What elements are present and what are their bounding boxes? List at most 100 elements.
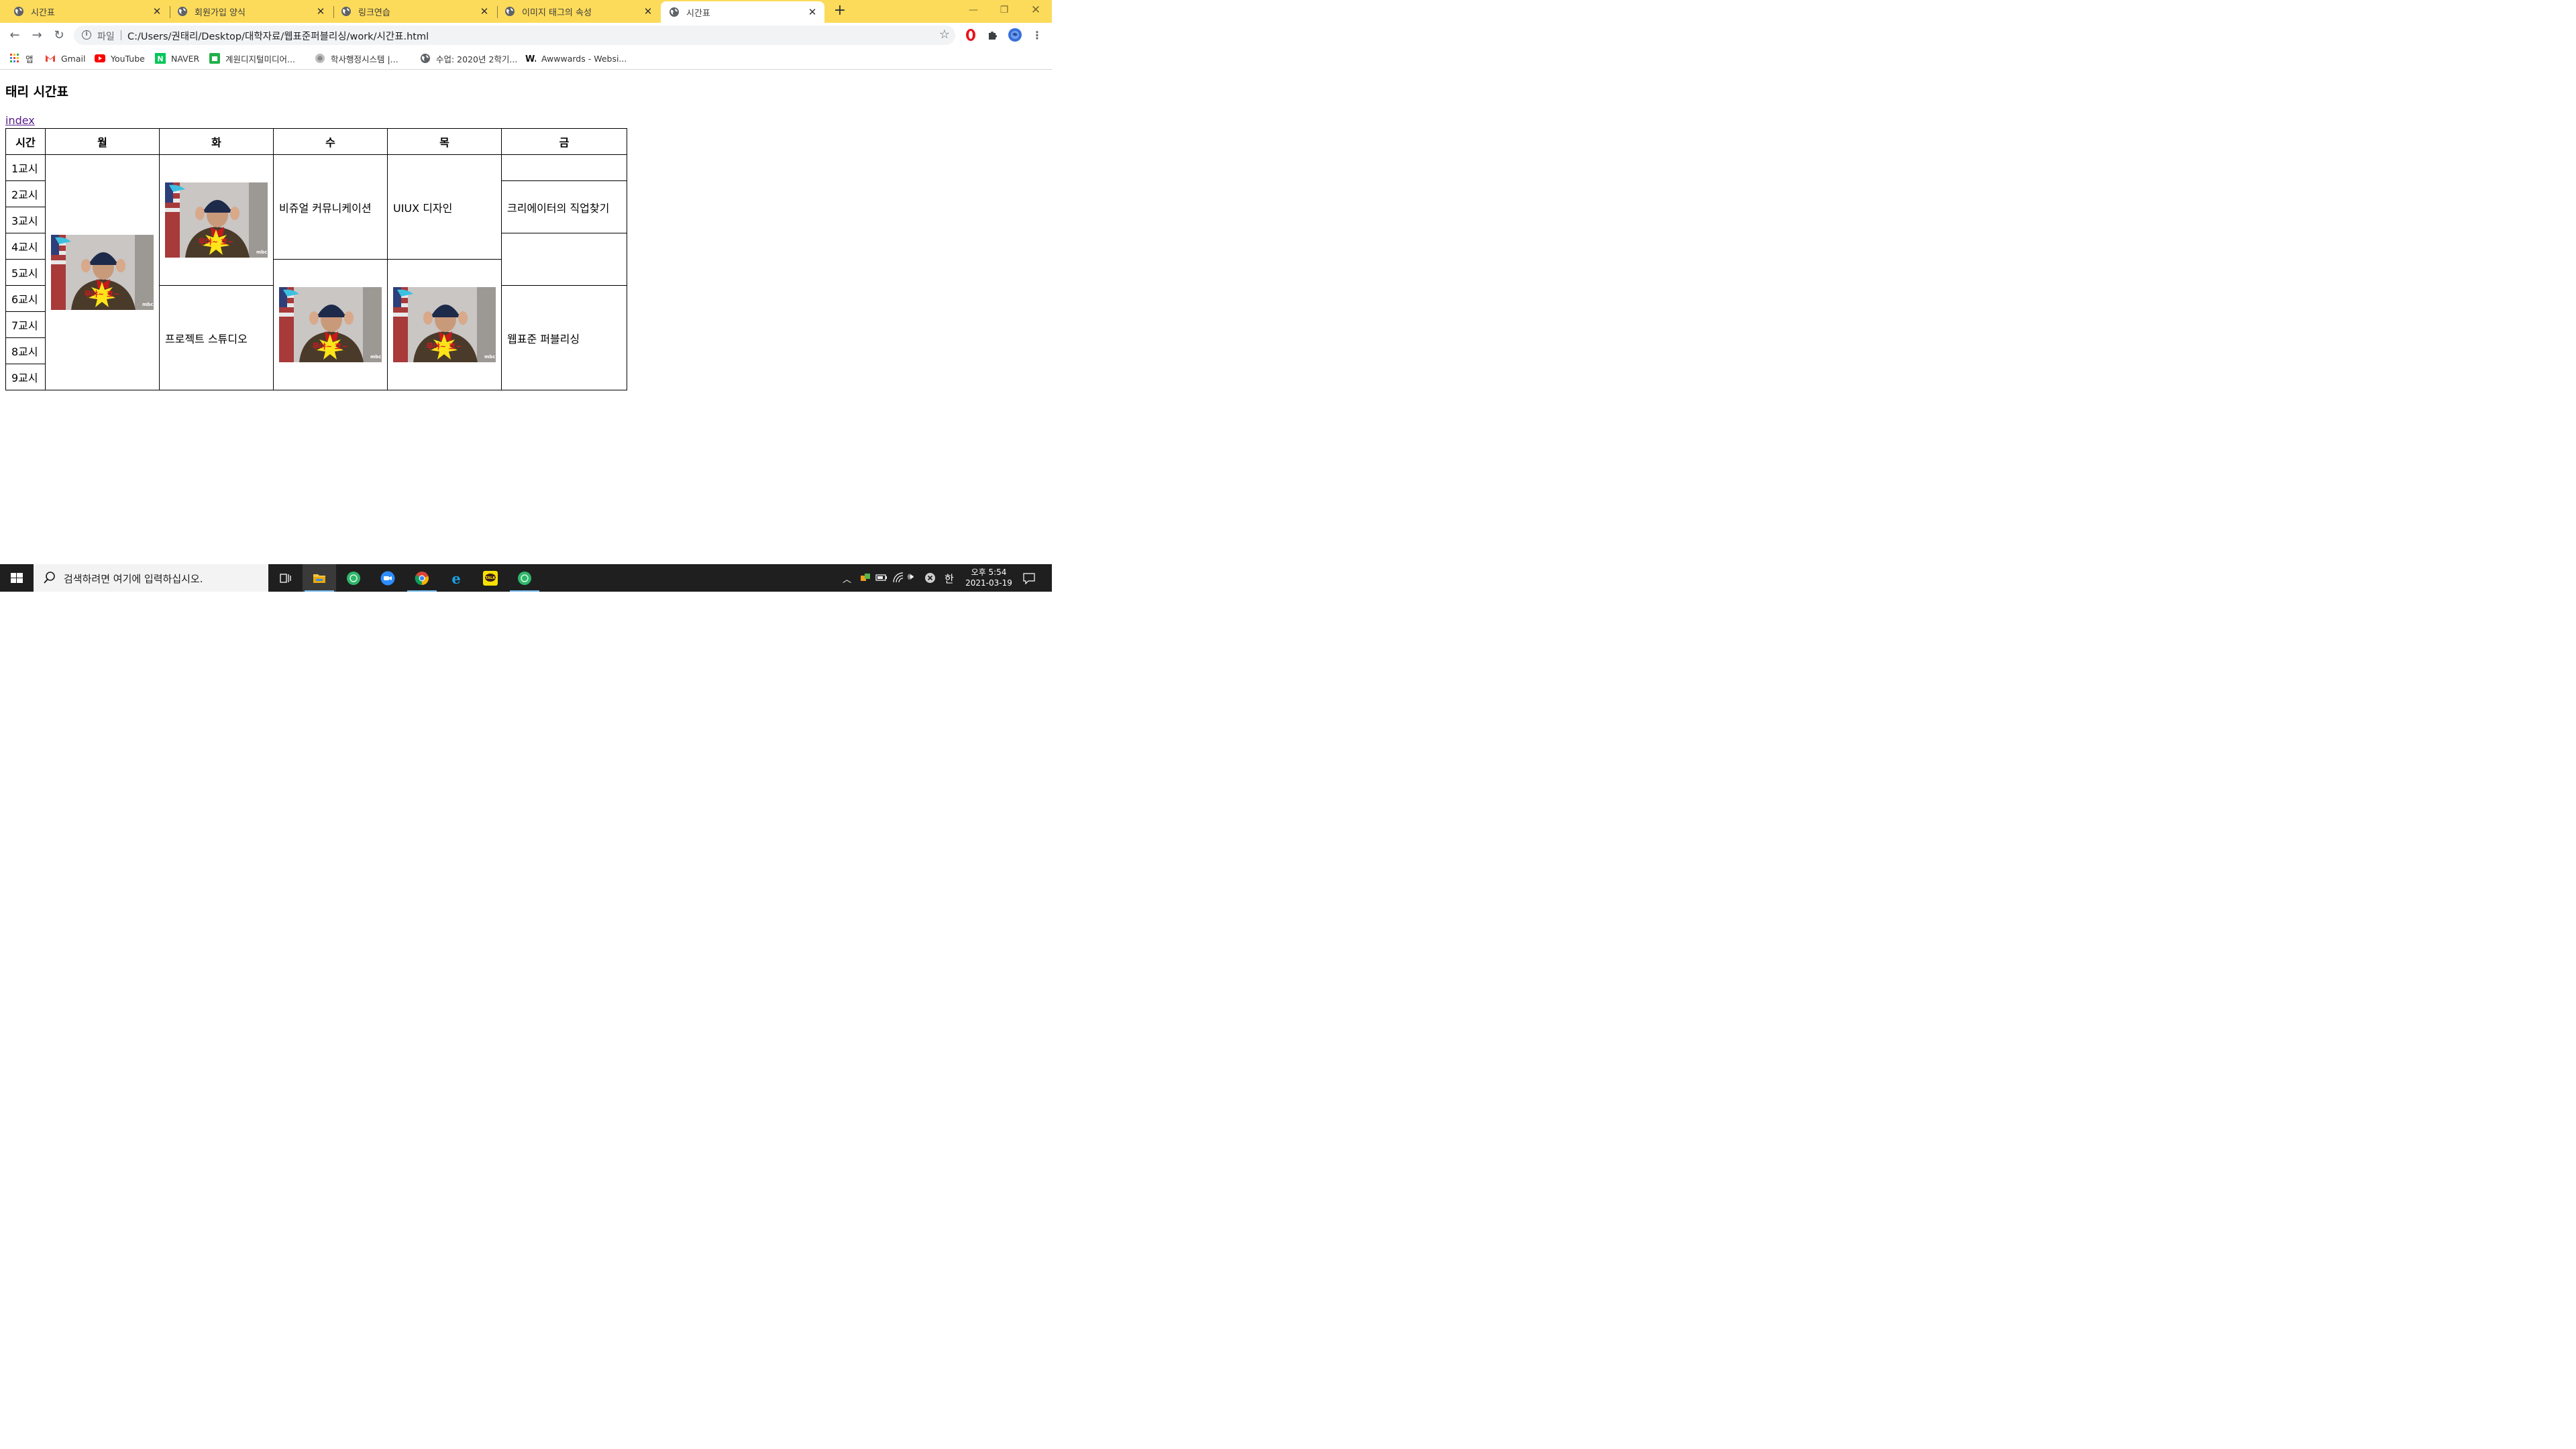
thu-photo-cell: [387, 259, 502, 390]
awwwards-icon: W.: [525, 54, 536, 64]
green-app-2-button[interactable]: [508, 564, 541, 592]
close-icon[interactable]: ✕: [479, 6, 490, 17]
bookmark-label: 계원디지털미디어...: [225, 54, 295, 64]
svg-text:W.: W.: [525, 54, 536, 64]
bookmark-label: Awwwards - Websi...: [541, 53, 627, 64]
bookmark-admin-system[interactable]: 학사행정시스템 |...: [315, 52, 398, 65]
bookmarks-bar: 앱 Gmail YouTube N NAVER 계원디지털미디어... 학사행정…: [0, 48, 1052, 70]
file-explorer-button[interactable]: [303, 564, 336, 592]
period-cell: 5교시: [5, 259, 46, 286]
window-close-icon[interactable]: ✕: [1028, 3, 1044, 17]
admin-icon: [315, 54, 325, 63]
subject-web-standard-publishing: 웹표준 퍼블리싱: [501, 285, 627, 390]
close-icon[interactable]: ✕: [643, 6, 653, 17]
address-bar[interactable]: i 파일 C:/Users/권태리/Desktop/대학자료/웹표준퍼블리싱/w…: [74, 25, 955, 45]
tab-label: 시간표: [31, 7, 55, 18]
bookmark-star-icon[interactable]: ☆: [939, 28, 950, 42]
chrome-button[interactable]: [405, 564, 439, 592]
header-wed: 수: [273, 128, 388, 155]
header-thu: 목: [387, 128, 502, 155]
back-icon[interactable]: ←: [6, 27, 23, 44]
tab-img-attributes[interactable]: 이미지 태그의 속성 ✕: [491, 0, 660, 23]
wifi-icon[interactable]: [892, 572, 904, 584]
battery-icon[interactable]: [875, 572, 888, 583]
subject-uiux-design: UIUX 디자인: [387, 154, 502, 260]
zoom-button[interactable]: [371, 564, 405, 592]
period-cell: 6교시: [5, 285, 46, 312]
info-icon[interactable]: i: [82, 30, 91, 40]
taskbar-search-box[interactable]: 검색하려면 여기에 입력하십시오.: [34, 564, 268, 592]
taskbar-clock[interactable]: 오후 5:54 2021-03-19: [961, 567, 1017, 588]
bookmark-apps[interactable]: 앱: [9, 52, 34, 65]
tray-app-icon[interactable]: [859, 572, 871, 584]
zoom-icon: [380, 571, 395, 586]
kakaotalk-icon: TALK: [483, 571, 498, 586]
reload-icon[interactable]: ↻: [50, 27, 68, 44]
subject-project-studio: 프로젝트 스튜디오: [159, 285, 274, 390]
tab-link-practice[interactable]: 링크연습 ✕: [327, 0, 496, 23]
close-icon[interactable]: ✕: [152, 6, 162, 17]
kakaotalk-button[interactable]: TALK: [474, 564, 507, 592]
svg-text:TALK: TALK: [485, 576, 496, 580]
restore-icon[interactable]: ❐: [996, 3, 1012, 17]
clock-time: 오후 5:54: [971, 568, 1007, 577]
period-cell: 7교시: [5, 311, 46, 338]
school-icon: [209, 53, 220, 64]
muhan-photo-image: [279, 287, 382, 362]
chrome-icon: [415, 572, 429, 586]
minimize-icon[interactable]: —: [965, 3, 981, 17]
blocked-icon[interactable]: [924, 572, 936, 584]
bookmark-label: YouTube: [111, 53, 145, 64]
internet-explorer-button[interactable]: e: [439, 564, 473, 592]
empty-cell: [501, 154, 627, 181]
table-header-row: 시간 월 화 수 목 금: [5, 128, 627, 155]
forward-icon[interactable]: →: [28, 27, 46, 44]
tab-timetable-active[interactable]: 시간표 ✕: [661, 1, 824, 23]
bookmark-gmail[interactable]: Gmail: [45, 52, 85, 65]
new-tab-button[interactable]: +: [833, 3, 847, 18]
header-fri: 금: [501, 128, 627, 155]
profile-avatar[interactable]: [1008, 28, 1022, 42]
ime-indicator[interactable]: 한: [945, 572, 954, 599]
index-link[interactable]: index: [5, 114, 35, 127]
subject-creator-career: 크리에이터의 직업찾기: [501, 180, 627, 233]
url-text[interactable]: C:/Users/권태리/Desktop/대학자료/웹표준퍼블리싱/work/시…: [127, 29, 429, 43]
menu-kebab-icon[interactable]: ⋮: [1028, 27, 1046, 44]
period-cell: 1교시: [5, 154, 46, 181]
muhan-photo-image: [165, 182, 268, 258]
close-icon[interactable]: ✕: [807, 7, 818, 17]
close-icon[interactable]: ✕: [315, 6, 326, 17]
opera-adblock-icon[interactable]: [964, 28, 977, 42]
browser-tab-strip: 시간표 ✕ 회원가입 양식 ✕ 링크연습 ✕ 이미지 태그의 속성 ✕ 시간표 …: [0, 0, 1052, 23]
tab-label: 이미지 태그의 속성: [522, 7, 592, 18]
task-view-button[interactable]: [268, 564, 302, 592]
muhan-photo-image: [51, 235, 154, 310]
tray-chevron-icon[interactable]: ︿: [843, 572, 851, 600]
svg-text:e: e: [451, 571, 460, 586]
tab-label: 회원가입 양식: [195, 7, 246, 18]
windows-taskbar: 검색하려면 여기에 입력하십시오. e TALK ︿ 🕪 한 오후 5:54 2…: [0, 564, 1052, 592]
tab-timetable-1[interactable]: 시간표 ✕: [0, 0, 169, 23]
globe-icon: [13, 6, 24, 17]
bookmark-naver[interactable]: N NAVER: [155, 52, 199, 65]
globe-icon: [504, 6, 515, 17]
bookmark-youtube[interactable]: YouTube: [95, 52, 145, 65]
tab-signup-form[interactable]: 회원가입 양식 ✕: [164, 0, 333, 23]
table-row: 1교시 비쥬얼 커뮤니케이션 UIUX 디자인: [5, 154, 627, 390]
bookmark-kaywon[interactable]: 계원디지털미디어...: [209, 52, 295, 65]
wed-photo-cell: [273, 259, 388, 390]
search-icon: [44, 572, 55, 584]
mon-photo-cell: [45, 154, 160, 390]
windows-start-icon[interactable]: [0, 564, 34, 592]
header-mon: 월: [45, 128, 160, 155]
period-cell: 8교시: [5, 337, 46, 364]
green-app-button[interactable]: [337, 564, 370, 592]
bookmark-label: 앱: [25, 54, 34, 64]
bookmark-class[interactable]: 수업: 2020년 2학기...: [420, 52, 517, 65]
globe-icon: [341, 6, 352, 17]
volume-icon[interactable]: 🕪: [908, 572, 914, 599]
bookmark-label: 수업: 2020년 2학기...: [436, 54, 518, 64]
notification-center-icon[interactable]: [1022, 572, 1036, 585]
bookmark-awwwards[interactable]: W. Awwwards - Websi...: [525, 52, 627, 65]
extensions-puzzle-icon[interactable]: [986, 28, 1000, 42]
